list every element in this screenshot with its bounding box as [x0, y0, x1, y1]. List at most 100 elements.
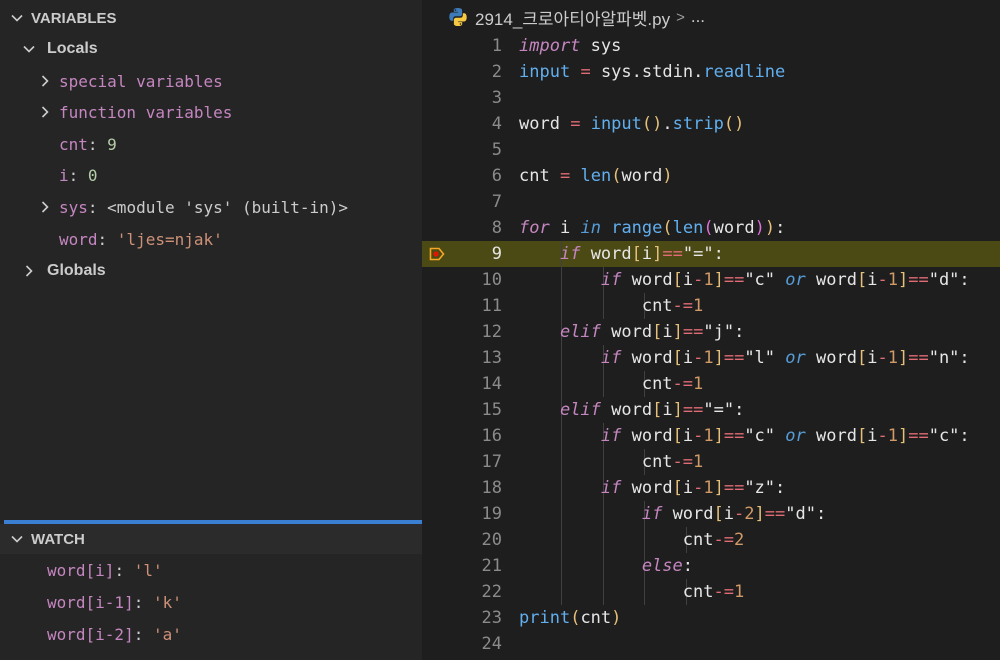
code-line[interactable]: 12 elif word[i]=="j": — [422, 319, 1000, 345]
line-number[interactable]: 12 — [442, 319, 502, 345]
code-text: if word[i-1]=="c" or word[i-1]=="d": — [600, 270, 970, 290]
code-text: for i in range(len(word)): — [519, 218, 786, 238]
variable-row[interactable]: word: 'ljes=njak' — [38, 224, 223, 254]
watch-expression: word[i] — [47, 560, 115, 580]
code-line[interactable]: 1 import sys — [422, 33, 1000, 59]
line-number[interactable]: 5 — [442, 137, 502, 163]
line-number[interactable]: 15 — [442, 397, 502, 423]
watch-row[interactable]: word[i-2]: 'a' — [47, 619, 182, 649]
line-number[interactable]: 24 — [442, 631, 502, 657]
code-text: word = input().strip() — [519, 114, 745, 134]
watch-section-header[interactable]: WATCH — [0, 524, 422, 554]
code-line[interactable]: 5 — [422, 137, 1000, 163]
code-line[interactable]: 22 cnt-=1 — [422, 579, 1000, 605]
chevron-right-icon — [41, 201, 49, 213]
code-text: elif word[i]=="=": — [559, 400, 745, 420]
line-number[interactable]: 18 — [442, 475, 502, 501]
line-number[interactable]: 21 — [442, 553, 502, 579]
variable-row[interactable]: cnt: 9 — [38, 129, 117, 159]
code-line[interactable]: 3 — [422, 85, 1000, 111]
variable-value: 9 — [107, 134, 117, 154]
line-number[interactable]: 19 — [442, 501, 502, 527]
watch-value: 'k' — [152, 592, 182, 612]
chevron-right-icon — [25, 265, 33, 277]
line-number[interactable]: 16 — [442, 423, 502, 449]
chevron-right-icon: > — [676, 8, 685, 26]
code-line[interactable]: 13 if word[i-1]=="l" or word[i-1]=="n": — [422, 345, 1000, 371]
code-text: cnt-=1 — [641, 296, 704, 316]
code-text: if word[i]=="=": — [559, 244, 724, 264]
code-line[interactable]: 17 cnt-=1 — [422, 449, 1000, 475]
code-text: if word[i-1]=="l" or word[i-1]=="n": — [600, 348, 970, 368]
breadcrumb-more[interactable]: ... — [691, 7, 705, 27]
chevron-down-icon — [11, 535, 23, 543]
code-text: elif word[i]=="j": — [559, 322, 745, 342]
line-number[interactable]: 20 — [442, 527, 502, 553]
variable-value: 'ljes=njak' — [116, 229, 223, 249]
code-line[interactable]: 20 cnt-=2 — [422, 527, 1000, 553]
line-number[interactable]: 3 — [442, 85, 502, 111]
code-text: cnt-=1 — [682, 582, 745, 602]
line-number[interactable]: 9 — [442, 241, 502, 267]
code-text: if word[i-1]=="c" or word[i-1]=="c": — [600, 426, 970, 446]
line-number[interactable]: 14 — [442, 371, 502, 397]
variable-row[interactable]: special variables — [38, 66, 223, 96]
variable-name: word — [59, 229, 98, 249]
line-number[interactable]: 7 — [442, 189, 502, 215]
variable-value: 0 — [87, 165, 98, 185]
code-line[interactable]: 4 word = input().strip() — [422, 111, 1000, 137]
line-number[interactable]: 8 — [442, 215, 502, 241]
globals-scope[interactable]: Globals — [22, 256, 106, 286]
line-number[interactable]: 4 — [442, 111, 502, 137]
code-text: else: — [641, 556, 694, 576]
line-number[interactable]: 6 — [442, 163, 502, 189]
code-line[interactable]: 21 else: — [422, 553, 1000, 579]
line-number[interactable]: 11 — [442, 293, 502, 319]
variable-row[interactable]: sys: <module 'sys' (built-in)> — [38, 192, 348, 222]
debug-sidebar: VARIABLES Locals special variables functi… — [0, 0, 422, 660]
variable-row[interactable]: function variables — [38, 97, 232, 127]
code-line[interactable]: 24 — [422, 631, 1000, 657]
code-line[interactable]: 23 print(cnt) — [422, 605, 1000, 631]
chevron-down-icon — [23, 45, 35, 53]
code-line[interactable]: 11 cnt-=1 — [422, 293, 1000, 319]
line-number[interactable]: 17 — [442, 449, 502, 475]
breakpoint-current-icon[interactable] — [429, 247, 445, 261]
breadcrumb: 2914_크로아티아알파벳.py > ... — [422, 0, 1000, 34]
code-text: print(cnt) — [519, 608, 622, 628]
watch-row[interactable]: word[i]: 'l' — [47, 555, 163, 585]
locals-scope[interactable]: Locals — [22, 34, 98, 64]
code-line[interactable]: 2 input = sys.stdin.readline — [422, 59, 1000, 85]
code-line[interactable]: 14 cnt-=1 — [422, 371, 1000, 397]
code-line[interactable]: 10 if word[i-1]=="c" or word[i-1]=="d": — [422, 267, 1000, 293]
variable-name: i — [59, 165, 69, 185]
code-text: import sys — [519, 36, 622, 56]
line-number[interactable]: 1 — [442, 33, 502, 59]
code-line[interactable]: 8 for i in range(len(word)): — [422, 215, 1000, 241]
line-number[interactable]: 13 — [442, 345, 502, 371]
code-line[interactable]: 16 if word[i-1]=="c" or word[i-1]=="c": — [422, 423, 1000, 449]
variable-row[interactable]: i: 0 — [38, 160, 98, 190]
line-number[interactable]: 10 — [442, 267, 502, 293]
line-number[interactable]: 23 — [442, 605, 502, 631]
code-text: input = sys.stdin.readline — [519, 62, 786, 82]
watch-expression: word[i-1] — [47, 592, 134, 612]
line-number[interactable]: 22 — [442, 579, 502, 605]
globals-label: Globals — [47, 262, 106, 279]
chevron-right-icon — [41, 75, 49, 87]
code-line[interactable]: 15 elif word[i]=="=": — [422, 397, 1000, 423]
breadcrumb-file-name[interactable]: 2914_크로아티아알파벳.py — [475, 5, 670, 30]
variables-section-header[interactable]: VARIABLES — [0, 3, 422, 33]
code-line[interactable]: 18 if word[i-1]=="z": — [422, 475, 1000, 501]
code-editor[interactable]: 2914_크로아티아알파벳.py > ... 1 import sys 2 input… — [422, 0, 1000, 660]
code-line[interactable]: 7 — [422, 189, 1000, 215]
code-text: if word[i-1]=="z": — [600, 478, 786, 498]
watch-expression: word[i-2] — [47, 624, 134, 644]
line-number[interactable]: 2 — [442, 59, 502, 85]
chevron-right-icon — [41, 106, 49, 118]
variables-section-title: VARIABLES — [31, 9, 117, 27]
code-line[interactable]: 19 if word[i-2]=="d": — [422, 501, 1000, 527]
watch-row[interactable]: word[i-1]: 'k' — [47, 587, 182, 617]
code-line[interactable]: 6 cnt = len(word) — [422, 163, 1000, 189]
current-code-line[interactable]: 9 if word[i]=="=": — [422, 241, 1000, 267]
